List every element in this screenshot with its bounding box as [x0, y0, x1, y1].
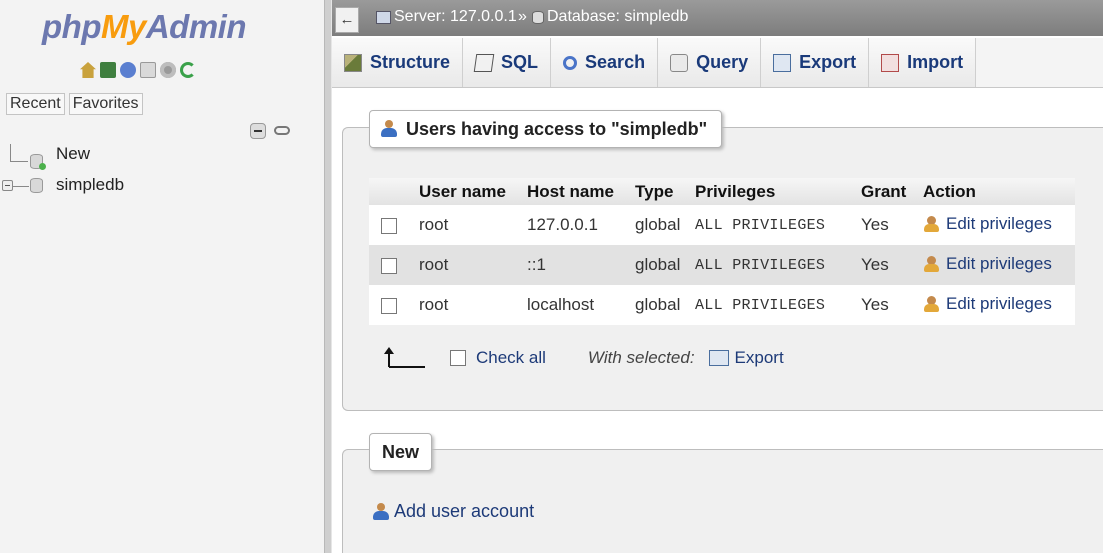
table-row: root ::1 global ALL PRIVILEGES Yes Edit … — [369, 245, 1075, 285]
edit-privileges-link[interactable]: Edit privileges — [923, 214, 1052, 234]
top-menu-tabs: Structure SQL Search Query Export Import — [332, 38, 1103, 88]
users-table: User name Host name Type Privileges Gran… — [369, 178, 1075, 325]
column-host-name[interactable]: Host name — [523, 178, 631, 205]
reload-icon[interactable] — [180, 62, 196, 78]
phpmyadmin-logo[interactable]: phpMyAdmin — [42, 8, 247, 46]
docs-icon[interactable] — [140, 62, 156, 78]
help-icon[interactable] — [120, 62, 136, 78]
cell-grant: Yes — [857, 245, 919, 285]
cell-type: global — [631, 205, 691, 245]
cell-privileges: ALL PRIVILEGES — [691, 285, 857, 325]
tab-import[interactable]: Import — [869, 38, 977, 87]
cell-user: root — [415, 205, 523, 245]
navigation-panel: phpMyAdmin Recent Favorites New simpledb — [0, 0, 324, 553]
breadcrumb: ← Server: 127.0.0.1 » Database: simpledb — [332, 0, 1103, 36]
column-grant: Grant — [857, 178, 919, 205]
exit-icon[interactable] — [100, 62, 116, 78]
search-icon — [563, 55, 578, 70]
table-row: root 127.0.0.1 global ALL PRIVILEGES Yes… — [369, 205, 1075, 245]
export-icon — [773, 53, 792, 72]
cell-grant: Yes — [857, 285, 919, 325]
nav-icon-bar — [80, 62, 196, 78]
check-all-checkbox[interactable] — [450, 350, 466, 366]
export-selected-button[interactable]: Export — [735, 348, 784, 368]
favorites-tab[interactable]: Favorites — [68, 93, 143, 115]
users-legend: Users having access to "simpledb" — [369, 110, 723, 148]
cell-user: root — [415, 245, 523, 285]
row-checkbox[interactable] — [381, 297, 397, 314]
column-user-name[interactable]: User name — [415, 178, 523, 205]
link-with-main-icon[interactable] — [274, 126, 290, 135]
nav-resize-handle[interactable] — [324, 0, 332, 553]
tree-item-simpledb[interactable]: simpledb — [0, 174, 320, 198]
recent-tab[interactable]: Recent — [6, 93, 65, 115]
bulk-actions: Check all With selected: Export — [382, 347, 784, 369]
column-privileges: Privileges — [691, 178, 857, 205]
expand-icon[interactable] — [2, 180, 13, 191]
row-checkbox[interactable] — [381, 257, 397, 274]
cell-host: localhost — [523, 285, 631, 325]
structure-icon — [344, 53, 362, 72]
collapse-all-icon[interactable] — [250, 123, 266, 139]
tab-query[interactable]: Query — [658, 38, 762, 87]
nav-recent-favorites: Recent Favorites — [6, 93, 143, 115]
cell-host: ::1 — [523, 245, 631, 285]
settings-icon[interactable] — [160, 62, 176, 78]
database-tree: New simpledb — [0, 144, 320, 198]
arrow-left-up-icon — [382, 347, 426, 369]
breadcrumb-database[interactable]: Database: simpledb — [532, 8, 688, 26]
cell-privileges: ALL PRIVILEGES — [691, 245, 857, 285]
new-legend: New — [369, 433, 433, 471]
database-icon — [30, 178, 43, 193]
cell-host: 127.0.0.1 — [523, 205, 631, 245]
add-user-account-link[interactable]: Add user account — [372, 501, 534, 522]
sql-icon — [473, 53, 495, 72]
edit-privileges-icon — [923, 215, 941, 232]
cell-user: root — [415, 285, 523, 325]
new-database-icon — [30, 154, 46, 170]
edit-privileges-link[interactable]: Edit privileges — [923, 254, 1052, 274]
tab-search[interactable]: Search — [551, 38, 659, 87]
users-icon — [380, 120, 398, 138]
cell-grant: Yes — [857, 205, 919, 245]
cell-privileges: ALL PRIVILEGES — [691, 205, 857, 245]
breadcrumb-separator: » — [518, 8, 527, 25]
breadcrumb-server[interactable]: Server: 127.0.0.1 — [376, 8, 517, 26]
row-checkbox[interactable] — [381, 217, 397, 234]
add-user-icon — [372, 502, 390, 521]
cell-type: global — [631, 285, 691, 325]
column-type: Type — [631, 178, 691, 205]
column-action: Action — [919, 178, 1075, 205]
server-icon — [376, 10, 391, 24]
query-icon — [670, 53, 689, 72]
import-icon — [881, 53, 900, 72]
tab-sql[interactable]: SQL — [463, 38, 552, 87]
with-selected-label: With selected: — [587, 348, 695, 367]
export-icon[interactable] — [708, 350, 729, 366]
tab-structure[interactable]: Structure — [332, 38, 464, 87]
edit-privileges-icon — [923, 255, 941, 272]
tree-item-new[interactable]: New — [0, 144, 320, 174]
main-content: Users having access to "simpledb" User n… — [332, 89, 1103, 553]
database-icon — [532, 10, 544, 24]
cell-type: global — [631, 245, 691, 285]
check-all-label[interactable]: Check all — [476, 348, 546, 368]
home-icon[interactable] — [80, 62, 96, 78]
edit-privileges-link[interactable]: Edit privileges — [923, 294, 1052, 314]
table-header-row: User name Host name Type Privileges Gran… — [369, 178, 1075, 205]
back-arrow-icon[interactable]: ← — [335, 7, 359, 33]
edit-privileges-icon — [923, 295, 941, 312]
tab-export[interactable]: Export — [761, 38, 870, 87]
table-row: root localhost global ALL PRIVILEGES Yes… — [369, 285, 1075, 325]
